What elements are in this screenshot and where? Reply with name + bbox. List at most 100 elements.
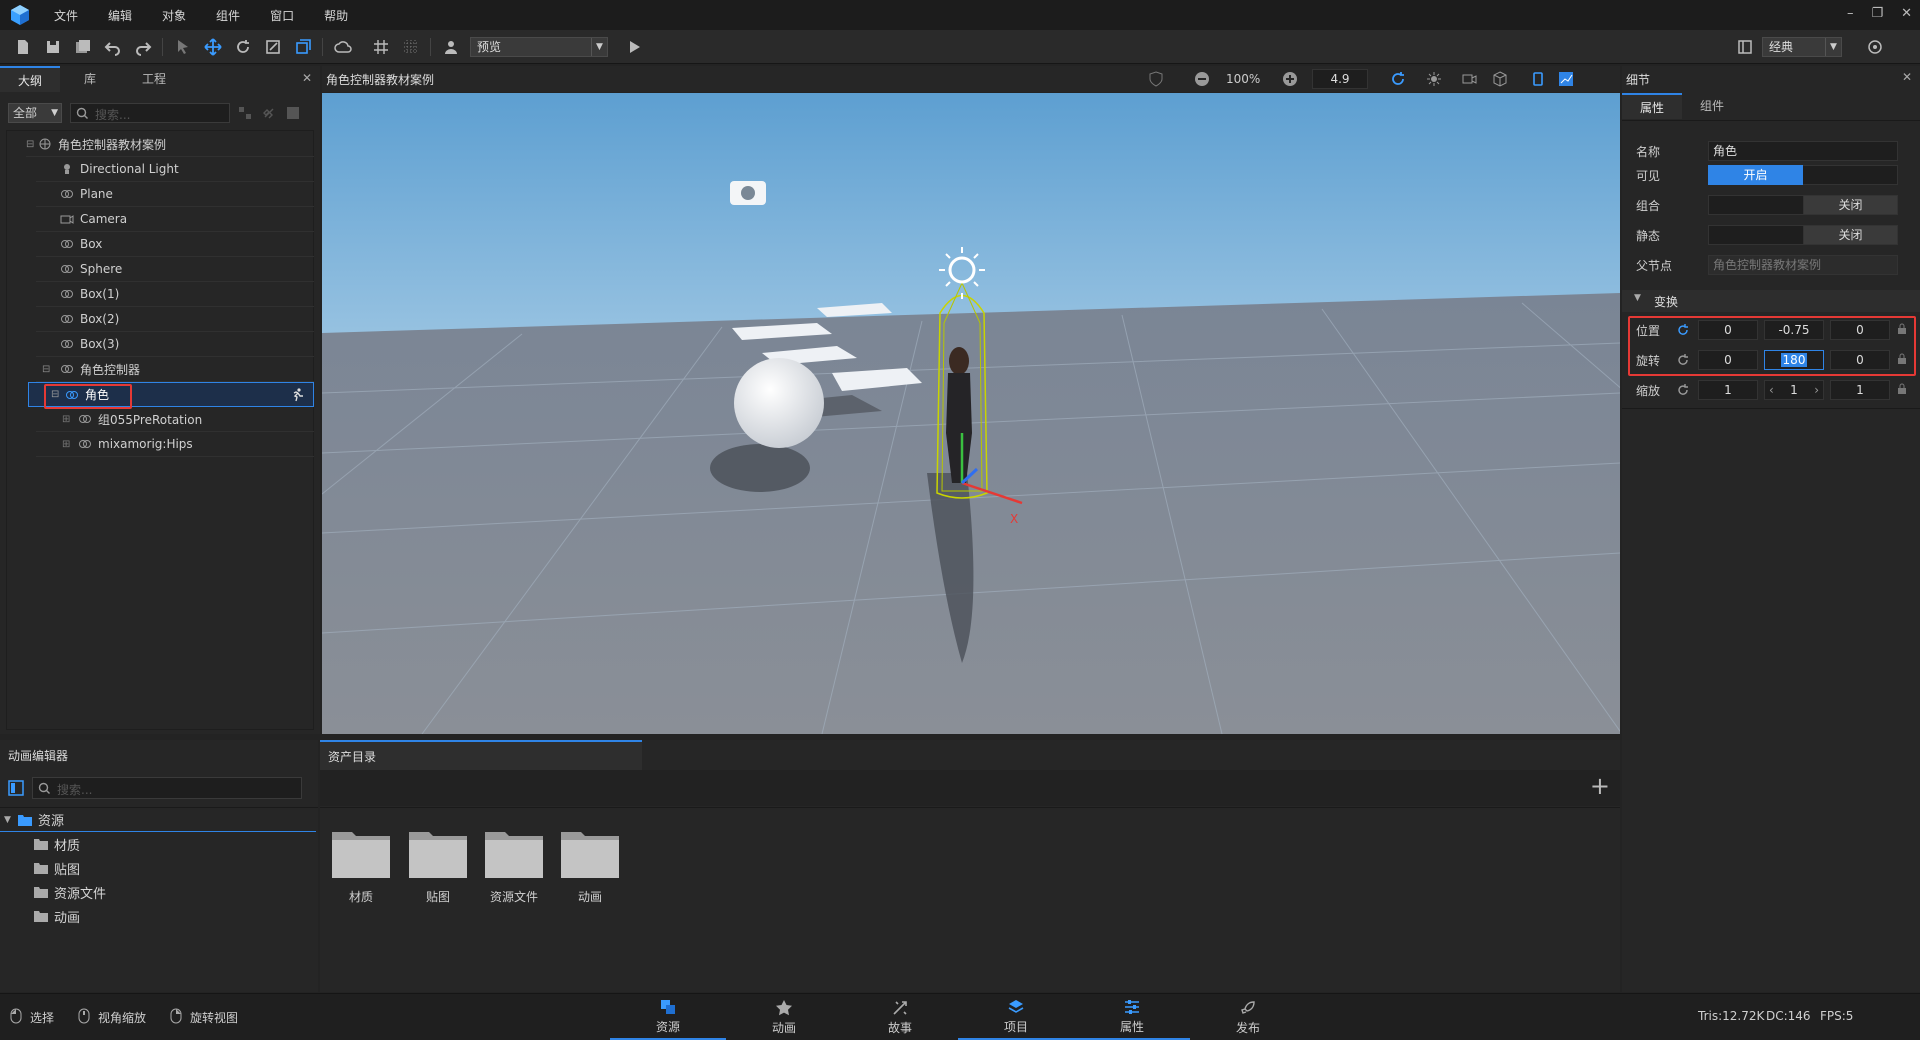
select-tool-icon[interactable] (172, 36, 194, 58)
restore-icon[interactable]: ❐ (1871, 6, 1883, 21)
tree-item-camera[interactable]: Camera (36, 207, 314, 232)
filter-select[interactable]: 全部 ▼ (8, 103, 62, 123)
local-space-icon[interactable] (292, 36, 314, 58)
close-panel-icon[interactable]: ✕ (1902, 70, 1912, 84)
tab-library[interactable]: 库 (60, 66, 120, 92)
static-off-button[interactable]: 关闭 (1803, 225, 1898, 245)
expand-icon[interactable]: ⊞ (62, 414, 78, 425)
stats-icon[interactable] (1558, 71, 1574, 87)
save-all-icon[interactable] (72, 36, 94, 58)
refresh-icon[interactable] (1390, 71, 1406, 87)
folder-materials[interactable]: 材质 (330, 826, 392, 905)
chevron-left-icon[interactable]: ‹ (1769, 381, 1774, 399)
tree-item-hips[interactable]: ⊞ mixamorig:Hips (36, 432, 314, 457)
new-file-icon[interactable] (12, 36, 34, 58)
nav-properties[interactable]: 属性 (1074, 994, 1190, 1040)
avatar-icon[interactable] (440, 36, 462, 58)
scale-x-field[interactable]: 1 (1698, 380, 1758, 400)
camera-speed-field[interactable]: 4.9 (1312, 69, 1368, 89)
perspective-icon[interactable] (1530, 71, 1546, 87)
undo-icon[interactable] (102, 36, 124, 58)
tree-item-box-2[interactable]: Box(2) (36, 307, 314, 332)
layout-icon[interactable] (1734, 36, 1756, 58)
zoom-in-icon[interactable] (1282, 71, 1298, 87)
group-icon[interactable] (238, 106, 252, 120)
layout-select[interactable]: 经典 ▼ (1762, 37, 1842, 57)
menu-file[interactable]: 文件 (54, 7, 78, 24)
asset-folder-animations[interactable]: 动画 (0, 904, 80, 928)
tab-properties[interactable]: 属性 (1622, 93, 1683, 119)
nav-animation[interactable]: 动画 (726, 994, 842, 1040)
tab-asset-directory[interactable]: 资产目录 (320, 740, 642, 770)
chevron-right-icon[interactable]: › (1814, 381, 1819, 399)
tree-item-pre-rotation[interactable]: ⊞ 组055PreRotation (36, 407, 314, 432)
settings-icon[interactable] (1864, 36, 1886, 58)
nav-story[interactable]: 故事 (842, 994, 958, 1040)
scene-viewport[interactable]: X (322, 93, 1620, 734)
shield-icon[interactable] (1148, 71, 1164, 87)
nav-publish[interactable]: 发布 (1190, 994, 1306, 1040)
tree-item-box-3[interactable]: Box(3) (36, 332, 314, 357)
name-field[interactable]: 角色 (1708, 141, 1898, 161)
asset-folder-materials[interactable]: 材质 (0, 832, 80, 856)
link-icon[interactable] (262, 106, 276, 120)
scale-tool-icon[interactable] (262, 36, 284, 58)
minimize-icon[interactable]: – (1847, 6, 1854, 21)
video-camera-icon[interactable] (1462, 71, 1478, 87)
outline-search[interactable]: 搜索... (70, 103, 230, 123)
object-icon (61, 340, 73, 348)
scale-z-field[interactable]: 1 (1830, 380, 1890, 400)
asset-folder-textures[interactable]: 贴图 (0, 856, 80, 880)
move-tool-icon[interactable] (202, 36, 224, 58)
preview-select[interactable]: 预览 ▼ (470, 37, 608, 57)
menu-window[interactable]: 窗口 (270, 7, 294, 24)
nav-resources[interactable]: 资源 (610, 994, 726, 1040)
tree-item-sphere[interactable]: Sphere (36, 257, 314, 282)
menu-component[interactable]: 组件 (216, 7, 240, 24)
visible-on-button[interactable]: 开启 (1708, 165, 1803, 185)
cloud-icon[interactable] (332, 36, 354, 58)
asset-folder-resource-files[interactable]: 资源文件 (0, 880, 106, 904)
close-window-icon[interactable]: ✕ (1901, 6, 1912, 21)
asset-tree-search[interactable]: 搜索... (32, 777, 302, 799)
collapse-icon[interactable]: ⊟ (26, 139, 38, 150)
reset-icon[interactable] (1676, 383, 1690, 397)
add-icon[interactable]: + (1590, 772, 1610, 800)
snap-grid-icon[interactable] (400, 36, 422, 58)
folder-resource-files[interactable]: 资源文件 (483, 826, 545, 905)
tab-project[interactable]: 工程 (120, 66, 188, 92)
tree-item-directional-light[interactable]: Directional Light (36, 157, 314, 182)
tree-item-character-controller[interactable]: ⊟ 角色控制器 (36, 357, 314, 382)
tree-item-plane[interactable]: Plane (36, 182, 314, 207)
folder-textures[interactable]: 贴图 (407, 826, 469, 905)
play-icon[interactable] (623, 36, 645, 58)
tab-outline[interactable]: 大纲 (0, 66, 61, 92)
tree-item-box-1[interactable]: Box(1) (36, 282, 314, 307)
zoom-out-icon[interactable] (1194, 71, 1210, 87)
folder-animations[interactable]: 动画 (559, 826, 621, 905)
rotate-tool-icon[interactable] (232, 36, 254, 58)
running-figure-icon[interactable] (291, 388, 305, 402)
scale-y-field[interactable]: ‹ 1 › (1764, 380, 1824, 400)
tree-item-box[interactable]: Box (36, 232, 314, 257)
expand-icon[interactable]: ⊞ (62, 439, 78, 450)
sun-icon[interactable] (1426, 71, 1442, 87)
grid-icon[interactable] (370, 36, 392, 58)
menu-object[interactable]: 对象 (162, 7, 186, 24)
export-icon[interactable] (286, 106, 300, 120)
tree-item-scene-root[interactable]: ⊟ 角色控制器教材案例 (26, 132, 314, 157)
redo-icon[interactable] (132, 36, 154, 58)
save-icon[interactable] (42, 36, 64, 58)
collapse-icon[interactable]: ⊟ (42, 364, 60, 375)
group-off-button[interactable]: 关闭 (1803, 195, 1898, 215)
cube-icon[interactable] (1492, 71, 1508, 87)
transform-header[interactable]: ▼ 变换 (1622, 290, 1920, 312)
sidebar-toggle-icon[interactable] (8, 780, 24, 796)
asset-root-folder[interactable]: ▼ 资源 (0, 808, 316, 832)
menu-help[interactable]: 帮助 (324, 7, 348, 24)
nav-project[interactable]: 项目 (958, 994, 1074, 1040)
close-panel-icon[interactable]: ✕ (302, 71, 312, 85)
menu-edit[interactable]: 编辑 (108, 7, 132, 24)
tab-components[interactable]: 组件 (1682, 93, 1742, 119)
lock-icon[interactable] (1896, 383, 1908, 395)
